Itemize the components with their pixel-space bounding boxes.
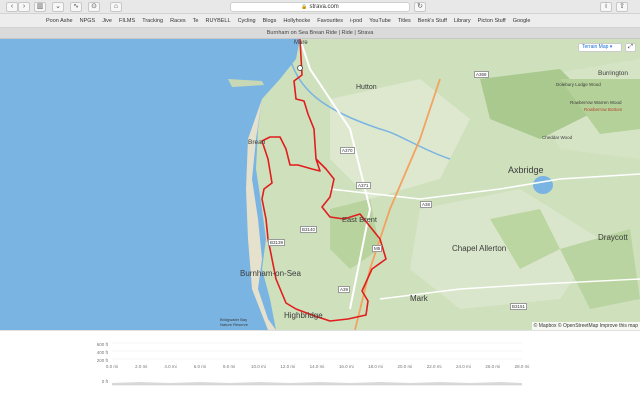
bookmark-item[interactable]: Jive	[102, 18, 112, 24]
back-button[interactable]: ‹	[6, 2, 18, 12]
x-tick-label: 20.0 mi	[397, 364, 413, 369]
x-tick-label: 28.0 mi	[514, 364, 530, 369]
x-tick-label: 22.0 mi	[426, 364, 442, 369]
tab-bar: Burnham on Sea Brean Ride | Ride | Strav…	[0, 28, 640, 39]
chevron-down-icon: ▾	[609, 44, 613, 50]
y-tick-label: 0 ft	[101, 379, 108, 384]
bookmark-item[interactable]: NPGS	[80, 18, 96, 24]
terrain-label: Terrain Map	[582, 44, 609, 50]
bookmark-item[interactable]: Cycling	[238, 18, 256, 24]
road-label: B3139	[268, 239, 286, 246]
road-label: A39	[338, 286, 351, 293]
place-draycott: Draycott	[598, 233, 628, 242]
road-label: B3151	[510, 303, 528, 310]
bookmark-item[interactable]: YouTube	[369, 18, 391, 24]
place-chapel-allerton: Chapel Allerton	[452, 244, 507, 253]
map-canvas	[0, 39, 640, 330]
place-dolebury: Dolebury Lodge Wood	[556, 82, 601, 87]
route-map[interactable]: Mare Hutton Burrington Dolebury Lodge Wo…	[0, 39, 640, 330]
x-tick-label: 14.0 mi	[309, 364, 325, 369]
bookmark-item[interactable]: Google	[513, 18, 531, 24]
place-hutton: Hutton	[356, 84, 377, 91]
x-tick-label: 24.0 mi	[456, 364, 471, 369]
reading-list-icon[interactable]: ⊙	[88, 2, 100, 12]
bookmark-item[interactable]: Blogs	[263, 18, 277, 24]
bookmark-item[interactable]: Poon Ashe	[46, 18, 73, 24]
place-cheddar-wood: Cheddar Wood	[542, 135, 573, 140]
road-label: M5	[372, 245, 383, 252]
bookmark-item[interactable]: Titles	[398, 18, 411, 24]
x-tick-label: 6.0 mi	[193, 364, 206, 369]
place-highbridge: Highbridge	[284, 311, 323, 320]
tab-active[interactable]: Burnham on Sea Brean Ride | Ride | Strav…	[0, 28, 640, 39]
road-label: B3140	[300, 226, 318, 233]
activity-icon[interactable]: ∿	[70, 2, 82, 12]
bookmarks-bar: Poon Ashe NPGS Jive FILMS Tracking Races Te RUY…	[0, 14, 640, 28]
x-tick-label: 4.0 mi	[164, 364, 177, 369]
bookmark-item[interactable]: Benk's Stuff	[418, 18, 447, 24]
browser-toolbar: ‹ › ▥ ⌄ ∿ ⊙ ⌂ 🔒 strava.com ↻ i ⇧	[0, 0, 640, 14]
pocket-icon[interactable]: ⌄	[52, 2, 64, 12]
lock-icon: 🔒	[301, 4, 308, 10]
place-rowberrow-bottom: Rowberrow Bottom	[584, 107, 623, 112]
place-burnham: Burnham-on-Sea	[240, 269, 301, 278]
x-tick-label: 0.0 mi	[105, 364, 119, 369]
bookmark-item[interactable]: FILMS	[119, 18, 135, 24]
bookmark-item[interactable]: Tracking	[142, 18, 163, 24]
expand-map-icon[interactable]: ⤢	[625, 43, 636, 52]
forward-button[interactable]: ›	[18, 2, 30, 12]
place-mare: Mare	[294, 40, 308, 46]
address-bar[interactable]: 🔒 strava.com	[230, 2, 410, 12]
y-tick-label: 600 ft	[96, 342, 108, 347]
home-icon[interactable]: ⌂	[110, 2, 122, 12]
y-tick-label: 200 ft	[96, 358, 108, 363]
road-label: A368	[474, 71, 489, 78]
info-icon[interactable]: i	[600, 2, 612, 12]
x-tick-label: 26.0 mi	[485, 364, 501, 369]
place-brean: Brean	[248, 139, 266, 146]
url-text: strava.com	[309, 4, 339, 10]
bookmark-item[interactable]: i-pod	[350, 18, 362, 24]
bookmark-item[interactable]: RUYBELL	[205, 18, 230, 24]
x-tick-label: 2.0 mi	[135, 364, 148, 369]
place-burrington: Burrington	[598, 70, 628, 77]
place-mark: Mark	[410, 294, 428, 303]
road-label: A370	[340, 147, 355, 154]
place-rowberrow: Rowberrow Warren Wood	[570, 100, 622, 105]
terrain-map-dropdown[interactable]: Terrain Map ▾	[578, 43, 622, 52]
place-east-brent: East Brent	[342, 215, 378, 224]
road-label: A371	[356, 182, 371, 189]
reload-icon[interactable]: ↻	[414, 2, 426, 12]
x-tick-label: 18.0 mi	[368, 364, 383, 369]
x-tick-label: 8.0 mi	[223, 364, 236, 369]
x-tick-label: 16.0 mi	[338, 364, 354, 369]
map-attribution[interactable]: © Mapbox © OpenStreetMap Improve this ma…	[531, 322, 640, 330]
bookmark-item[interactable]: Te	[193, 18, 199, 24]
share-icon[interactable]: ⇧	[616, 2, 628, 12]
sidebar-icon[interactable]: ▥	[34, 2, 46, 12]
place-axbridge: Axbridge	[508, 165, 544, 175]
bookmark-item[interactable]: Favourites	[317, 18, 343, 24]
place-bridgwater-bay: Bridgwater Bay Nature Reserve	[220, 317, 249, 327]
bookmark-item[interactable]: Hollyhocke	[283, 18, 310, 24]
elevation-chart[interactable]: 600 ft 400 ft 200 ft 0 ft 0.0 mi 2.0 mi 4.…	[0, 330, 640, 400]
bookmark-item[interactable]: Races	[170, 18, 186, 24]
x-tick-label: 12.0 mi	[280, 364, 296, 369]
bookmark-item[interactable]: Library	[454, 18, 471, 24]
road-label: A38	[420, 201, 433, 208]
x-tick-label: 10.0 mi	[251, 364, 266, 369]
bookmark-item[interactable]: Picton Stuff	[478, 18, 506, 24]
y-tick-label: 400 ft	[96, 350, 108, 355]
